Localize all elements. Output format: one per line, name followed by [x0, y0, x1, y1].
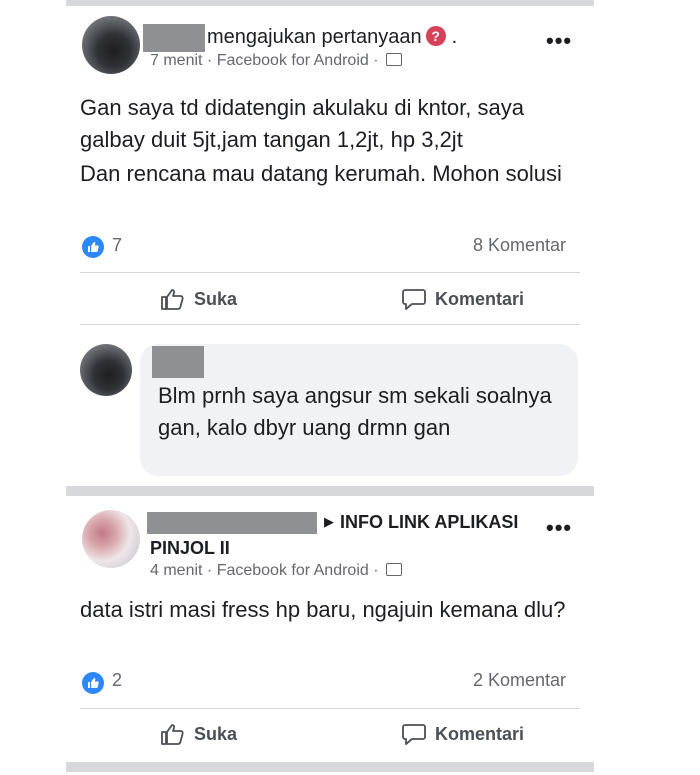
question-icon: ?: [425, 26, 446, 46]
comment-icon: [402, 289, 426, 310]
group-name-line1[interactable]: INFO LINK APLIKASI: [340, 512, 518, 533]
group-name-line2[interactable]: PINJOL II: [150, 538, 230, 559]
public-group-icon: [386, 563, 403, 576]
like-button[interactable]: Suka: [160, 287, 237, 311]
more-options-icon[interactable]: •••: [546, 515, 572, 541]
comment-icon: [402, 724, 426, 745]
post-header: mengajukan pertanyaan?.: [207, 26, 457, 49]
thumbs-up-icon: [161, 289, 184, 310]
avatar[interactable]: [82, 510, 140, 568]
comment-label: Komentari: [435, 723, 525, 744]
commenter-avatar[interactable]: [80, 344, 132, 396]
meta-text: 7 menit · Facebook for Android ·: [150, 52, 379, 69]
post-separator: [66, 486, 594, 496]
comment-button[interactable]: Komentari: [401, 287, 524, 311]
post-body-line1: Gan saya td didatengin akulaku di kntor,…: [80, 95, 524, 152]
redacted-name: [152, 346, 204, 378]
header-suffix: .: [451, 26, 458, 48]
divider: [80, 708, 580, 709]
more-options-icon[interactable]: •••: [546, 28, 572, 54]
post-body: data istri masi fress hp baru, ngajuin k…: [80, 597, 566, 622]
thumbs-up-icon: [161, 724, 184, 745]
like-label: Suka: [194, 723, 238, 744]
bottom-separator: [66, 762, 594, 772]
like-reaction-icon[interactable]: [82, 236, 104, 258]
avatar[interactable]: [82, 16, 140, 74]
like-count[interactable]: 2: [112, 670, 122, 691]
group-arrow-icon: ▶: [324, 514, 334, 529]
comment-count[interactable]: 8 Komentar: [473, 235, 566, 256]
like-label: Suka: [194, 288, 238, 309]
post-body-line2: Dan rencana mau datang kerumah. Mohon so…: [80, 161, 562, 186]
comment-button[interactable]: Komentari: [401, 722, 524, 746]
meta-text: 4 menit · Facebook for Android ·: [150, 562, 379, 579]
comment-count[interactable]: 2 Komentar: [473, 670, 566, 691]
comment-text: Blm prnh saya angsur sm sekali soalnya g…: [158, 383, 552, 440]
redacted-name: [147, 512, 317, 534]
divider: [80, 272, 580, 273]
header-text: mengajukan pertanyaan: [207, 26, 422, 48]
divider: [80, 324, 580, 325]
post-meta: 4 menit · Facebook for Android ·: [150, 562, 403, 580]
redacted-name: [143, 24, 205, 52]
public-group-icon: [386, 53, 403, 66]
like-count[interactable]: 7: [112, 235, 122, 256]
top-separator: [66, 0, 594, 6]
like-button[interactable]: Suka: [160, 722, 237, 746]
post-meta: 7 menit · Facebook for Android ·: [150, 52, 403, 70]
comment-label: Komentari: [435, 288, 525, 309]
like-reaction-icon[interactable]: [82, 672, 104, 694]
